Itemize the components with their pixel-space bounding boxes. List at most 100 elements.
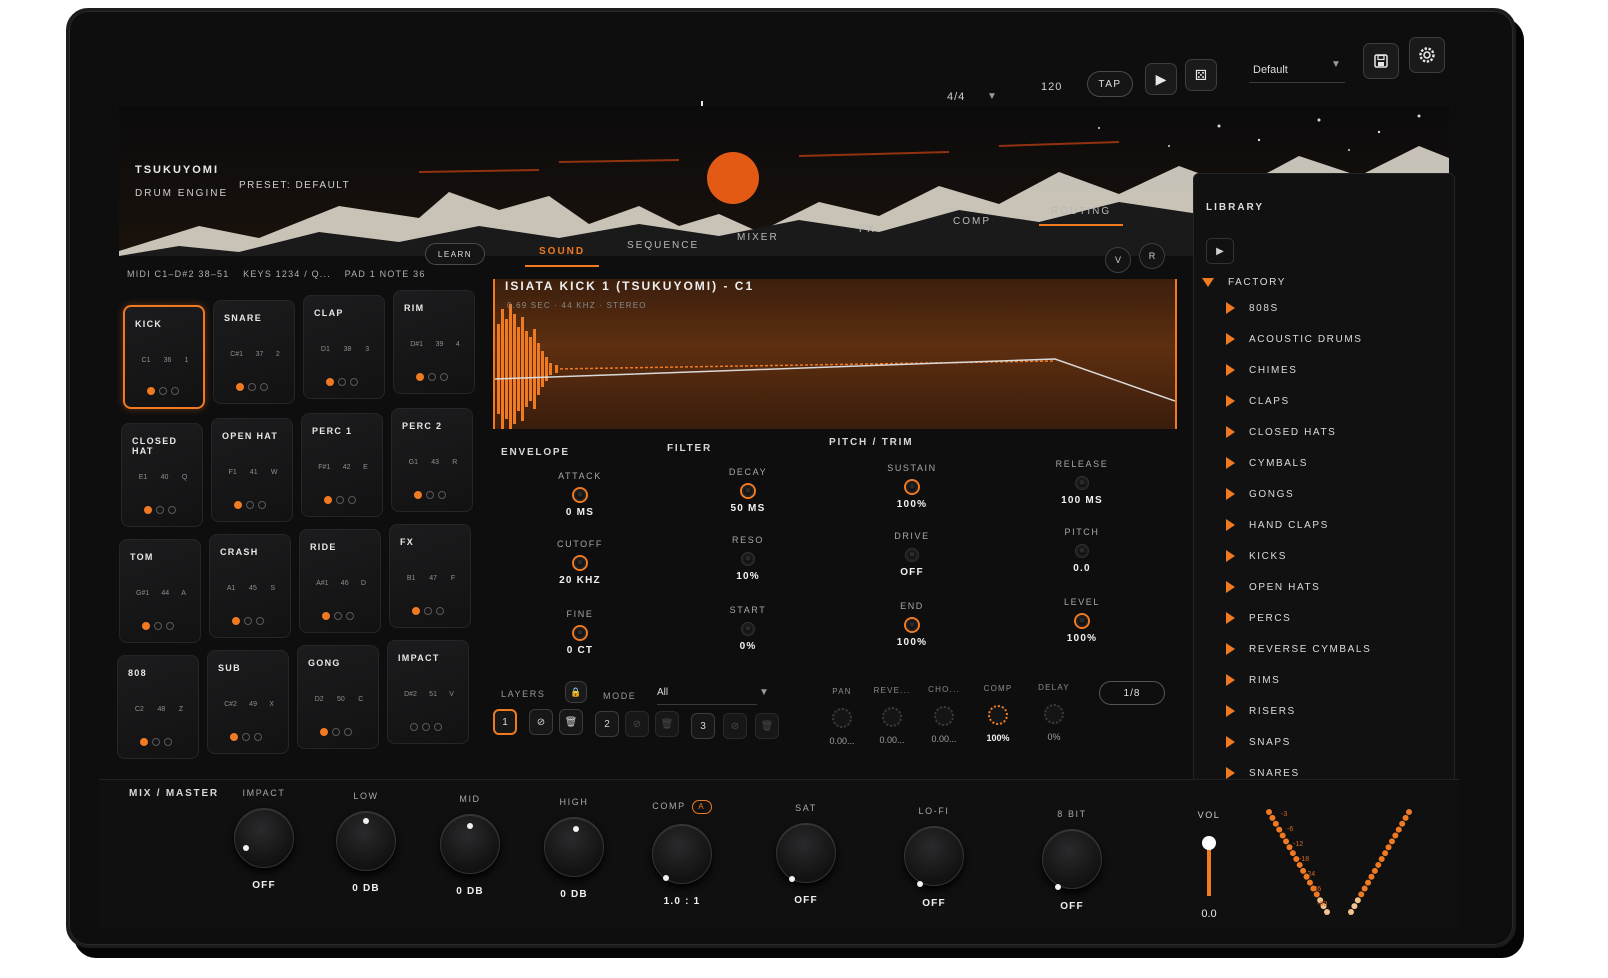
send-knob[interactable]	[1044, 704, 1064, 724]
volume-track[interactable]	[1202, 836, 1216, 896]
pad-tom[interactable]: TOM G#1 44 A	[119, 539, 201, 643]
tab-fx[interactable]: FX	[859, 224, 876, 235]
param-knob[interactable]	[574, 627, 586, 639]
pad-sub[interactable]: SUB C#2 49 X	[207, 650, 289, 754]
layer-3-button[interactable]: 3	[691, 713, 715, 739]
pad-closed-hat[interactable]: CLOSED HAT E1 40 Q	[121, 423, 203, 527]
pad-rim[interactable]: RIM D#1 39 4	[393, 290, 475, 394]
tab-comp[interactable]: COMP	[953, 216, 991, 227]
library-item-reverse-cymbals[interactable]: REVERSE CYMBALS	[1226, 639, 1371, 659]
master-knob[interactable]	[544, 817, 604, 877]
pad-layer-dots	[144, 506, 176, 514]
pad-gong[interactable]: GONG D2 50 C	[297, 645, 379, 749]
volume-handle[interactable]	[1202, 836, 1216, 850]
library-item-percs[interactable]: PERCS	[1226, 608, 1291, 628]
library-item-closed-hats[interactable]: CLOSED HATS	[1226, 422, 1336, 442]
tap-button[interactable]: TAP	[1087, 71, 1133, 97]
send-knob[interactable]	[882, 707, 902, 727]
meter-led	[1365, 879, 1372, 886]
mode-select[interactable]: All	[657, 687, 757, 705]
layer-1-mute-button[interactable]: ⊘	[529, 709, 553, 735]
param-knob[interactable]	[574, 489, 586, 501]
pad-name: TOM	[130, 552, 154, 562]
param-knob[interactable]	[906, 549, 918, 561]
param-knob[interactable]	[742, 623, 754, 635]
library-item-chimes[interactable]: CHIMES	[1226, 360, 1298, 380]
tab-mixer[interactable]: MIXER	[737, 232, 779, 243]
layer-3-mute-button[interactable]: ⊘	[723, 713, 747, 739]
play-button[interactable]: ▶	[1145, 63, 1177, 95]
learn-button[interactable]: LEARN	[425, 243, 485, 265]
layer-3-delete-button[interactable]: 🗑	[755, 713, 779, 739]
tab-routing[interactable]: ROUTING	[1038, 206, 1124, 226]
pad-perc-1[interactable]: PERC 1 F#1 42 E	[301, 413, 383, 517]
param-knob[interactable]	[574, 557, 586, 569]
tab-sound[interactable]: SOUND	[524, 246, 600, 267]
pad-perc-2[interactable]: PERC 2 G1 43 R	[391, 408, 473, 512]
save-button[interactable]	[1363, 43, 1399, 79]
library-item-open-hats[interactable]: OPEN HATS	[1226, 577, 1320, 597]
layer-2-button[interactable]: 2	[595, 711, 619, 737]
library-item-kicks[interactable]: KICKS	[1226, 546, 1287, 566]
settings-button[interactable]	[1409, 37, 1445, 73]
pad-crash[interactable]: CRASH A1 45 S	[209, 534, 291, 638]
layer-1-delete-button[interactable]: 🗑	[559, 709, 583, 735]
library-item-808s[interactable]: 808S	[1226, 298, 1279, 318]
param-knob[interactable]	[742, 485, 754, 497]
pad-kick[interactable]: KICK C1 36 1	[123, 305, 205, 409]
pad-clap[interactable]: CLAP D1 38 3	[303, 295, 385, 399]
lock-button[interactable]: 🔒	[565, 681, 587, 703]
param-knob[interactable]	[1076, 615, 1088, 627]
time-signature[interactable]: 4/4	[947, 91, 965, 103]
param-knob[interactable]	[906, 481, 918, 493]
send-knob[interactable]	[934, 706, 954, 726]
library-item-risers[interactable]: RISERS	[1226, 701, 1296, 721]
pad-impact[interactable]: IMPACT D#2 51 V	[387, 640, 469, 744]
volume-fader[interactable]: VOL 0.0	[1179, 810, 1239, 920]
reverse-button[interactable]: R	[1139, 243, 1165, 269]
velocity-button[interactable]: V	[1105, 247, 1131, 273]
master-knob[interactable]	[1042, 829, 1102, 890]
master-knob[interactable]	[652, 824, 712, 884]
send-knob[interactable]	[832, 708, 852, 728]
tab-sequence[interactable]: SEQUENCE	[627, 240, 699, 251]
pad-midi-number: 49	[249, 701, 257, 708]
layer-2-mute-button[interactable]: ⊘	[625, 711, 649, 737]
pad-ride[interactable]: RIDE A#1 46 D	[299, 529, 381, 633]
tempo-display[interactable]: 120	[1041, 81, 1062, 93]
layer-dot	[332, 728, 340, 736]
delay-sync-select[interactable]: 1/8	[1099, 681, 1165, 705]
library-item-snaps[interactable]: SNAPS	[1226, 732, 1291, 752]
library-item-label: OPEN HATS	[1249, 581, 1321, 593]
param-knob[interactable]	[1076, 545, 1088, 557]
master-knob[interactable]	[234, 808, 294, 868]
master-knob[interactable]	[440, 814, 500, 874]
library-item-hand-claps[interactable]: HAND CLAPS	[1226, 515, 1329, 535]
param-value: 20 KHZ	[559, 575, 601, 586]
param-value: OFF	[900, 567, 924, 578]
param-knob[interactable]	[1076, 477, 1088, 489]
pad-layer-dots	[326, 378, 358, 386]
layer-1-button[interactable]: 1	[493, 709, 517, 735]
send-knob[interactable]	[988, 705, 1008, 725]
library-item-gongs[interactable]: GONGS	[1226, 484, 1294, 504]
param-knob[interactable]	[906, 619, 918, 631]
pad-808[interactable]: 808 C2 48 Z	[117, 655, 199, 759]
master-knob[interactable]	[904, 826, 964, 887]
comp-auto-badge[interactable]: A	[691, 800, 712, 814]
master-knob[interactable]	[336, 811, 396, 871]
library-preview-button[interactable]: ▶	[1206, 238, 1234, 264]
library-item-rims[interactable]: RIMS	[1226, 670, 1280, 690]
layer-dot	[242, 733, 250, 741]
library-item-acoustic-drums[interactable]: ACOUSTIC DRUMS	[1226, 329, 1363, 349]
library-item-cymbals[interactable]: CYMBALS	[1226, 453, 1308, 473]
library-folder-factory[interactable]: FACTORY	[1202, 272, 1286, 292]
layer-2-delete-button[interactable]: 🗑	[655, 711, 679, 737]
param-knob[interactable]	[742, 553, 754, 565]
pad-snare[interactable]: SNARE C#1 37 2	[213, 300, 295, 404]
randomize-button[interactable]: ⚄	[1185, 59, 1217, 91]
master-knob[interactable]	[776, 823, 836, 883]
library-item-claps[interactable]: CLAPS	[1226, 391, 1290, 411]
pad-fx[interactable]: FX B1 47 F	[389, 524, 471, 628]
pad-open-hat[interactable]: OPEN HAT F1 41 W	[211, 418, 293, 522]
